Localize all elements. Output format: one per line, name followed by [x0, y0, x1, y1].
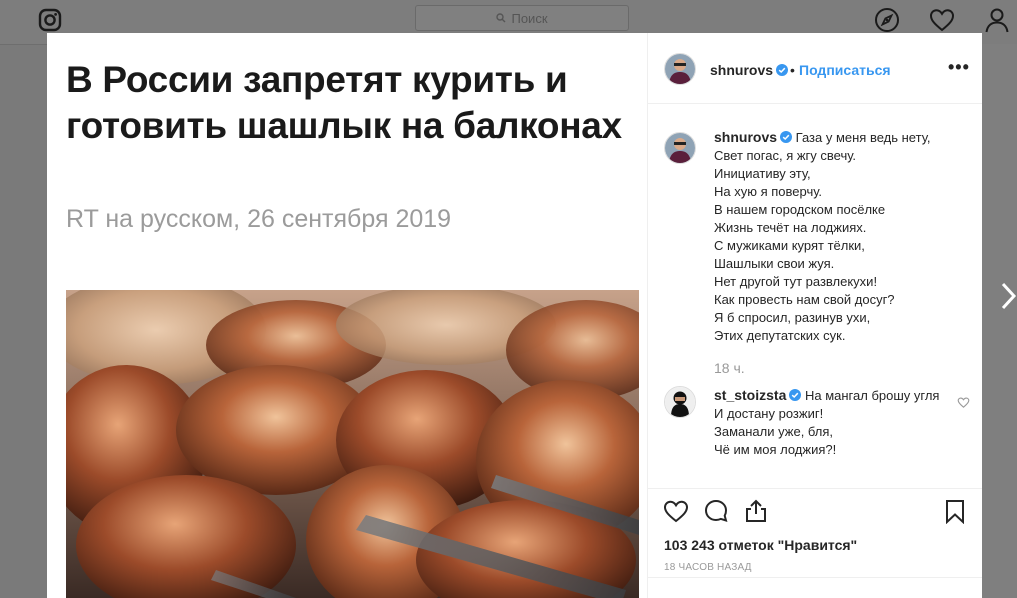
search-icon: [496, 13, 506, 23]
news-headline: В России запретят курить и готовить шашл…: [66, 59, 622, 146]
profile-icon[interactable]: [983, 6, 1011, 34]
post-actions: 103 243 отметок "Нравится" 18 ЧАСОВ НАЗА…: [648, 488, 982, 598]
like-comment-icon[interactable]: [957, 396, 970, 409]
follow-button[interactable]: Подписаться: [799, 62, 891, 78]
heart-icon[interactable]: [928, 6, 956, 34]
like-icon[interactable]: [663, 498, 689, 524]
caption-line: Этих депутатских сук.: [714, 328, 846, 343]
avatar[interactable]: [664, 53, 696, 85]
comment-line: st_stoizsta На мангал брошу угля: [714, 386, 944, 405]
avatar[interactable]: [664, 386, 696, 418]
comment-username[interactable]: st_stoizsta: [714, 387, 786, 403]
avatar-image: [665, 54, 695, 84]
search-placeholder: Поиск: [511, 10, 548, 26]
post-timestamp: 18 ЧАСОВ НАЗАД: [664, 562, 752, 573]
comment-line: Заманали уже, бля,: [714, 424, 834, 439]
avatar-image: [665, 387, 695, 417]
username-link[interactable]: shnurovs: [710, 62, 789, 78]
comment-line-text: На мангал брошу угля: [804, 388, 940, 403]
caption-line: Жизнь течёт на лоджиях.: [714, 220, 867, 235]
verified-badge-icon: [789, 389, 802, 401]
comment-line: И достану розжиг!: [714, 406, 824, 421]
share-icon[interactable]: [743, 498, 769, 524]
post-side-panel: shnurovs • Подписаться ••• shnurovs Газа…: [648, 33, 982, 598]
verified-badge-icon: [780, 131, 793, 143]
next-post-arrow-icon[interactable]: [999, 278, 1017, 314]
post-modal: В России запретят курить и готовить шашл…: [47, 33, 982, 598]
caption-username[interactable]: shnurovs: [714, 129, 777, 145]
post-image: В России запретят курить и готовить шашл…: [47, 33, 647, 598]
caption-line: Как провесть нам свой досуг?: [714, 292, 895, 307]
comments-section: shnurovs Газа у меня ведь нету, Свет пог…: [648, 104, 982, 488]
shashlik-photo-art: [66, 290, 639, 598]
avatar[interactable]: [664, 132, 696, 164]
separator-dot: •: [790, 62, 795, 78]
caption-line-text: Газа у меня ведь нету,: [795, 130, 931, 145]
comment-icon[interactable]: [703, 498, 729, 524]
likes-count[interactable]: 103 243 отметок "Нравится": [664, 537, 857, 553]
bookmark-icon[interactable]: [942, 498, 968, 524]
avatar-image: [665, 133, 695, 163]
caption-timestamp[interactable]: 18 ч.: [714, 360, 745, 376]
shashlik-photo: [66, 290, 639, 598]
comment-text: st_stoizsta На мангал брошу угля И доста…: [714, 386, 944, 459]
news-source: RT на русском, 26 сентября 2019: [66, 205, 452, 233]
caption-text: shnurovs Газа у меня ведь нету, Свет пог…: [714, 128, 964, 345]
caption-line: Инициативу эту,: [714, 166, 811, 181]
caption-line: Шашлыки свои жуя.: [714, 256, 835, 271]
caption-line: На хую я поверчу.: [714, 184, 823, 199]
caption-line: Свет погас, я жгу свечу.: [714, 148, 857, 163]
verified-badge-icon: [776, 64, 789, 76]
caption-line: shnurovs Газа у меня ведь нету,: [714, 128, 964, 147]
compass-icon[interactable]: [873, 6, 901, 34]
more-options-button[interactable]: •••: [948, 57, 970, 78]
caption-line: С мужиками курят тёлки,: [714, 238, 865, 253]
caption-line: Я б спросил, разинув ухи,: [714, 310, 871, 325]
caption-line: Нет другой тут развлекухи!: [714, 274, 878, 289]
add-comment-divider: [648, 577, 982, 578]
caption-line: В нашем городском посёлке: [714, 202, 886, 217]
comment-line: Чё им моя лоджия?!: [714, 442, 837, 457]
search-input[interactable]: Поиск: [415, 5, 629, 31]
instagram-logo-icon[interactable]: [38, 8, 62, 32]
post-header: shnurovs • Подписаться •••: [648, 33, 982, 104]
background-page-edge: [982, 44, 1017, 598]
